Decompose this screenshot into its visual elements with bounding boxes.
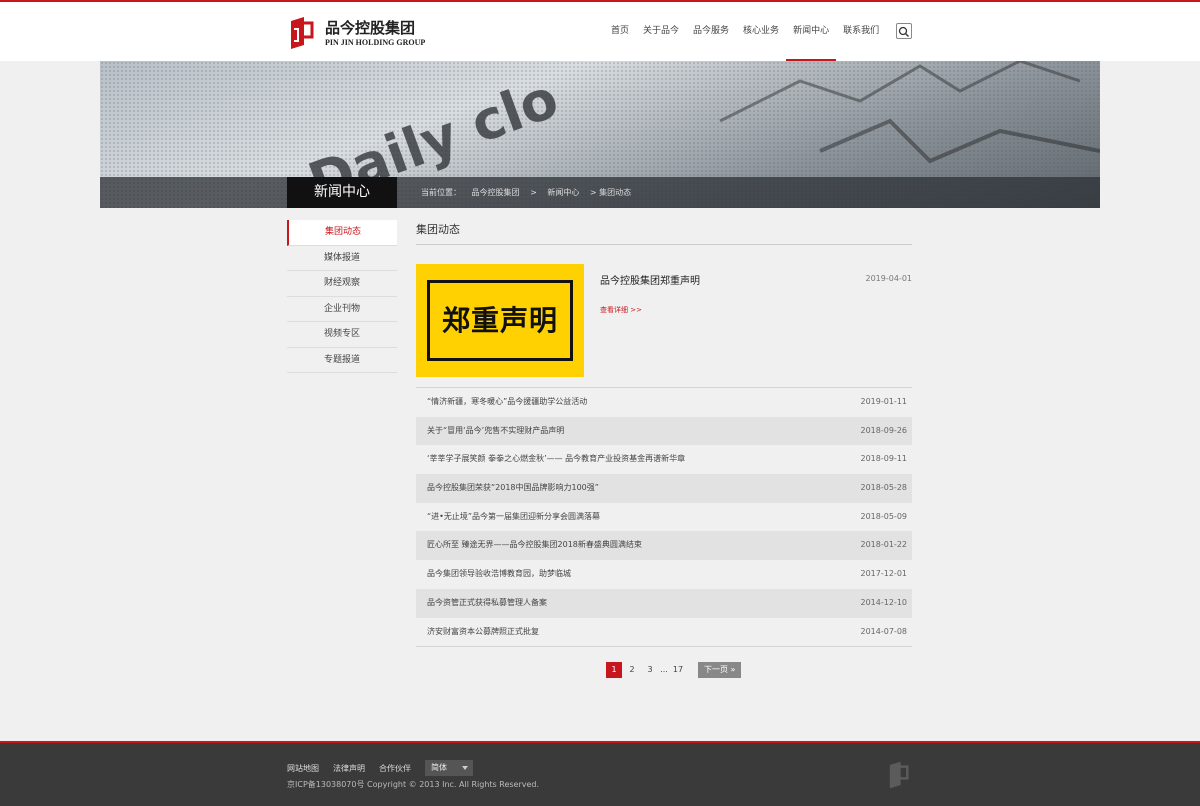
page-ellipsis: ... xyxy=(660,665,668,674)
nav-item-contact[interactable]: 联系我们 xyxy=(836,2,886,61)
news-row[interactable]: 品今资管正式获得私募管理人备案 2014-12-10 xyxy=(416,588,912,618)
page-2-button[interactable]: 2 xyxy=(624,662,640,678)
featured-more-link[interactable]: 查看详细 >> xyxy=(600,305,642,315)
next-page-button[interactable]: 下一页 » xyxy=(698,662,742,678)
news-title: 品今资管正式获得私募管理人备案 xyxy=(427,597,547,607)
featured-image[interactable]: 郑重声明 xyxy=(416,264,584,377)
footer-link-partners[interactable]: 合作伙伴 xyxy=(379,763,411,774)
news-list: “情济新疆，寒冬暖心”品今援疆助学公益活动 2019-01-11 关于“冒用‘品今… xyxy=(416,387,912,648)
breadcrumb-separator: > xyxy=(530,188,537,197)
news-row[interactable]: “进•无止境”品今第一届集团迎新分享会圆满落幕 2018-05-09 xyxy=(416,503,912,532)
news-date: 2018-05-28 xyxy=(860,483,908,493)
breadcrumb-link-news[interactable]: 新闻中心 xyxy=(547,188,579,197)
news-row[interactable]: 关于“冒用‘品今’兜售不实理财产品声明 2018-09-26 xyxy=(416,416,912,446)
breadcrumb-prefix: 当前位置： xyxy=(421,188,461,197)
news-title: “情济新疆，寒冬暖心”品今援疆助学公益活动 xyxy=(427,397,588,406)
main-nav: 首页 关于品今 品今服务 核心业务 新闻中心 联系我们 xyxy=(604,2,886,61)
featured-image-text: 郑重声明 xyxy=(441,304,558,337)
news-date: 2018-01-22 xyxy=(860,540,908,550)
breadcrumb: 当前位置： 品今控股集团 > 新闻中心 > 集团动态 xyxy=(421,177,639,208)
nav-item-news[interactable]: 新闻中心 xyxy=(786,2,837,61)
news-title: 匠心所至 臻途无界——品今控股集团2018新春盛典圆满结束 xyxy=(427,540,642,550)
page-last-button[interactable]: 17 xyxy=(670,662,686,678)
brand-name-en: PIN JIN HOLDING GROUP xyxy=(325,38,426,47)
news-date: 2019-01-11 xyxy=(860,397,908,406)
sidebar-item-publications[interactable]: 企业刊物 xyxy=(287,296,397,322)
logo-mark-icon xyxy=(291,17,314,49)
sidebar-item-media[interactable]: 媒体报道 xyxy=(287,245,397,271)
footer-links: 网站地图 法律声明 合作伙伴 简体 xyxy=(287,760,473,776)
breadcrumb-link-group[interactable]: 品今控股集团 xyxy=(472,188,520,197)
brand-name-cn: 品今控股集团 xyxy=(325,19,416,37)
language-value: 简体 xyxy=(431,763,447,772)
news-date: 2014-12-10 xyxy=(860,597,908,607)
nav-item-services[interactable]: 品今服务 xyxy=(686,2,736,61)
featured-date: 2019-04-01 xyxy=(865,274,913,283)
news-date: 2018-09-11 xyxy=(860,454,908,464)
breadcrumb-current: > 集团动态 xyxy=(589,188,632,197)
nav-item-about[interactable]: 关于品今 xyxy=(636,2,686,61)
news-title: “进•无止境”品今第一届集团迎新分享会圆满落幕 xyxy=(427,511,601,521)
featured-title[interactable]: 品今控股集团郑重声明 xyxy=(600,272,700,287)
news-date: 2017-12-01 xyxy=(860,569,908,579)
section-title: 新闻中心 xyxy=(287,177,397,208)
featured-news: 郑重声明 品今控股集团郑重声明 2019-04-01 查看详细 >> xyxy=(416,264,912,387)
search-icon xyxy=(898,26,909,37)
sidebar-item-group-news[interactable]: 集团动态 xyxy=(287,220,397,246)
site-footer: 网站地图 法律声明 合作伙伴 简体 京ICP备13038070号 Copyrig… xyxy=(0,741,1200,806)
news-title: 济安财富资本公募牌照正式批复 xyxy=(427,626,539,636)
news-row[interactable]: 济安财富资本公募牌照正式批复 2014-07-08 xyxy=(416,618,912,647)
news-date: 2018-09-26 xyxy=(860,425,908,435)
brand-logo[interactable]: 品今控股集团 PIN JIN HOLDING GROUP xyxy=(288,15,428,51)
footer-logo-icon xyxy=(889,761,909,789)
pagination: 1 2 3 ... 17 下一页 » xyxy=(606,662,743,678)
sidebar-item-special[interactable]: 专题报道 xyxy=(287,347,397,373)
news-row[interactable]: “情济新疆，寒冬暖心”品今援疆助学公益活动 2019-01-11 xyxy=(416,388,912,417)
news-row[interactable]: 匠心所至 臻途无界——品今控股集团2018新春盛典圆满结束 2018-01-22 xyxy=(416,531,912,561)
news-title: 关于“冒用‘品今’兜售不实理财产品声明 xyxy=(427,425,565,435)
news-row[interactable]: ‘莘莘学子展笑颜 拳拳之心燃金秋’—— 品今教育产业投资基金再谱新华章 2018-… xyxy=(416,445,912,474)
page-1-button[interactable]: 1 xyxy=(606,662,622,678)
news-row[interactable]: 品今控股集团荣获“2018中国品牌影响力100强” 2018-05-28 xyxy=(416,474,912,503)
news-date: 2018-05-09 xyxy=(860,511,908,521)
footer-link-sitemap[interactable]: 网站地图 xyxy=(287,763,319,774)
chevron-down-icon xyxy=(462,766,468,770)
language-select[interactable]: 简体 xyxy=(425,760,473,776)
news-title: ‘莘莘学子展笑颜 拳拳之心燃金秋’—— 品今教育产业投资基金再谱新华章 xyxy=(427,454,686,464)
news-title: 品今集团领导验收浩博教育园，助梦临城 xyxy=(427,569,571,579)
nav-item-core-business[interactable]: 核心业务 xyxy=(736,2,786,61)
news-date: 2014-07-08 xyxy=(860,626,908,636)
search-button[interactable] xyxy=(896,23,912,39)
nav-item-home[interactable]: 首页 xyxy=(604,2,636,61)
news-main: 集团动态 郑重声明 品今控股集团郑重声明 2019-04-01 查看详细 >> … xyxy=(416,220,912,678)
site-header: 品今控股集团 PIN JIN HOLDING GROUP 首页 关于品今 品今服… xyxy=(0,2,1200,61)
news-row[interactable]: 品今集团领导验收浩博教育园，助梦临城 2017-12-01 xyxy=(416,560,912,589)
page-title: 集团动态 xyxy=(416,220,912,245)
copyright-text: 京ICP备13038070号 Copyright © 2013 Inc. All… xyxy=(287,780,540,789)
footer-link-legal[interactable]: 法律声明 xyxy=(333,763,365,774)
page-3-button[interactable]: 3 xyxy=(642,662,658,678)
news-title: 品今控股集团荣获“2018中国品牌影响力100强” xyxy=(427,483,599,493)
sidebar-item-finance[interactable]: 财经观察 xyxy=(287,271,397,297)
sidebar: 集团动态 媒体报道 财经观察 企业刊物 视频专区 专题报道 xyxy=(287,220,397,373)
sidebar-item-video[interactable]: 视频专区 xyxy=(287,322,397,348)
